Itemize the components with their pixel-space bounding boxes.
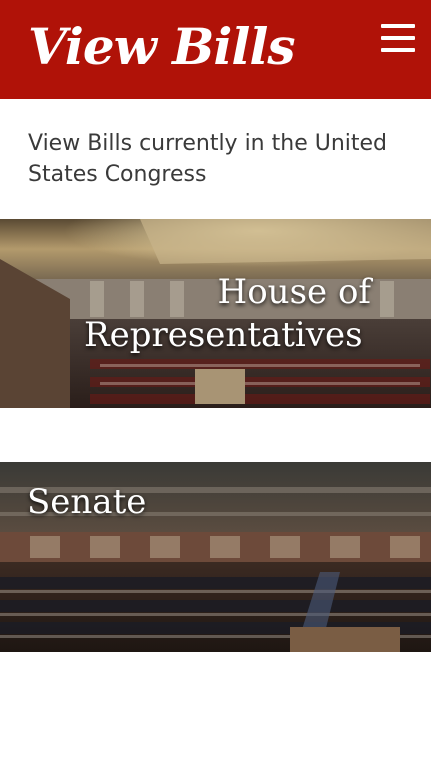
- house-label-line1: House of: [217, 272, 371, 312]
- senate-card[interactable]: Senate: [0, 462, 431, 652]
- app-title: View Bills: [28, 17, 296, 76]
- intro-text: View Bills currently in the United State…: [28, 131, 388, 187]
- menu-line: [381, 48, 415, 52]
- hamburger-menu-icon[interactable]: [381, 24, 415, 52]
- menu-line: [381, 36, 415, 40]
- house-label-line2: Representatives: [84, 315, 363, 355]
- app-header: View Bills: [0, 0, 431, 99]
- senate-label: Senate: [27, 482, 147, 522]
- house-of-representatives-card[interactable]: House of Representatives: [0, 219, 431, 408]
- menu-line: [381, 24, 415, 28]
